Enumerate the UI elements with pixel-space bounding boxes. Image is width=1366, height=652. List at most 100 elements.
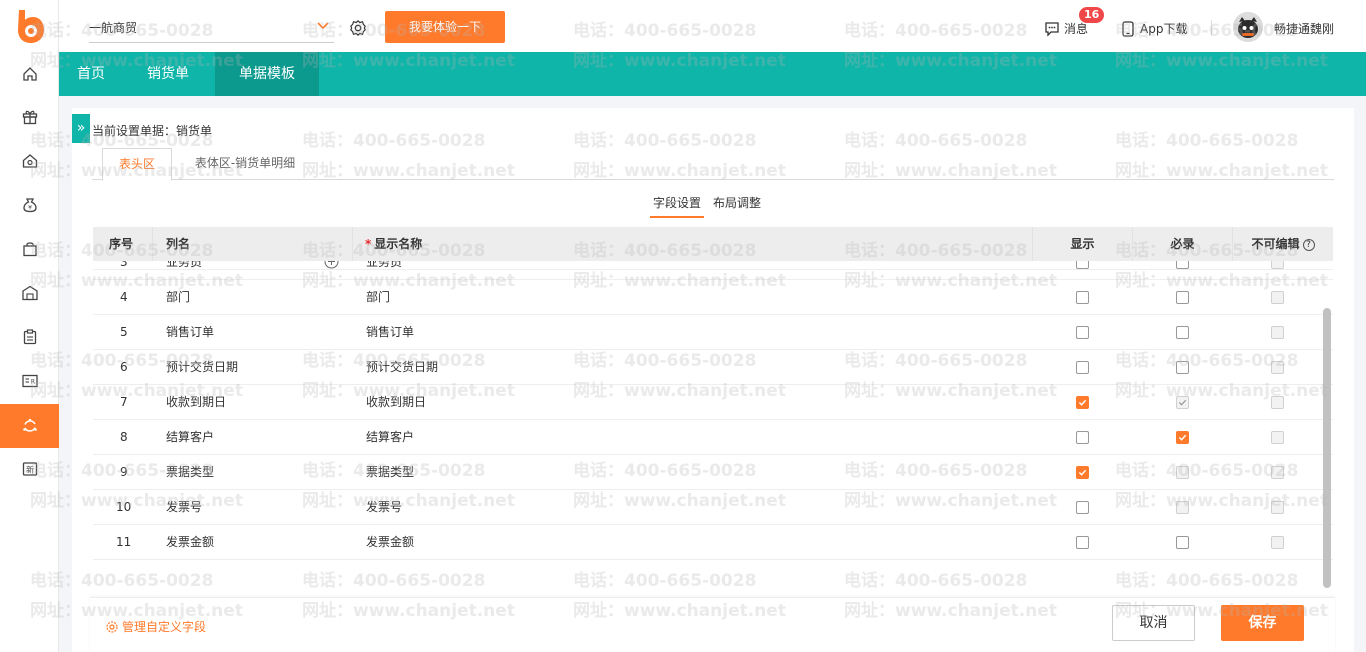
rail-item-report[interactable]: R (0, 359, 59, 403)
row-display-name[interactable]: 销售订单 (366, 315, 414, 350)
tab-header-area[interactable]: 表头区 (102, 148, 172, 181)
phone-icon (1122, 20, 1134, 37)
cancel-button[interactable]: 取消 (1112, 605, 1195, 641)
required-checkbox[interactable] (1176, 431, 1189, 444)
row-index: 8 (120, 430, 128, 444)
row-column-name: 销售订单 (166, 325, 215, 339)
show-checkbox[interactable] (1076, 291, 1089, 304)
gear-icon[interactable] (349, 19, 367, 37)
not-editable-checkbox (1271, 326, 1284, 339)
app-logo[interactable] (13, 8, 45, 44)
left-rail: ¥ R 新 (0, 0, 59, 652)
divider (1211, 20, 1212, 36)
new-icon: 新 (22, 462, 37, 476)
app-download-button[interactable]: App下载 (1121, 20, 1187, 37)
row-display-name[interactable]: 部门 (366, 280, 390, 315)
settings-segments: 字段设置 布局调整 (650, 194, 770, 218)
company-select[interactable]: 一航商贸 (89, 16, 334, 43)
not-editable-checkbox (1271, 396, 1284, 409)
rail-item-gift[interactable] (0, 95, 59, 139)
header-column: 列名 (152, 227, 190, 261)
row-index: 11 (116, 535, 132, 549)
tab-body-area[interactable]: 表体区-销货单明细 (180, 148, 310, 181)
row-column-name: 结算客户 (166, 430, 215, 444)
rail-item-clipboard[interactable] (0, 315, 59, 359)
required-checkbox[interactable] (1176, 536, 1189, 549)
segment-field-settings[interactable]: 字段设置 (650, 194, 705, 218)
sync-icon (22, 418, 37, 432)
tab-document-template[interactable]: 单据模板 (215, 52, 319, 96)
row-column-name: 部门 (166, 290, 191, 304)
table-row: 6 预计交货日期 预计交货日期 (93, 350, 1333, 385)
avatar[interactable] (1233, 12, 1263, 42)
row-display-name[interactable]: 发票金额 (366, 525, 414, 560)
svg-text:新: 新 (26, 465, 34, 475)
rail-item-shopping-bag[interactable] (0, 227, 59, 271)
required-checkbox[interactable] (1176, 291, 1189, 304)
rail-item-home[interactable] (0, 52, 59, 96)
area-tabs: 表头区 表体区-销货单明细 (92, 148, 1334, 181)
required-checkbox[interactable] (1176, 361, 1189, 374)
rail-item-house-gear[interactable] (0, 139, 59, 183)
row-display-name[interactable]: 结算客户 (366, 420, 414, 455)
required-checkbox (1176, 466, 1189, 479)
tab-home[interactable]: 首页 (59, 52, 123, 96)
content-panel: » 当前设置单据：销货单 表头区 表体区-销货单明细 字段设置 布局调整 2仓库… (72, 108, 1354, 652)
try-demo-button[interactable]: 我要体验一下 (385, 11, 505, 43)
row-index: 10 (116, 500, 132, 514)
expand-sidebar-button[interactable]: » (72, 114, 90, 143)
row-display-name[interactable]: 收款到期日 (366, 385, 426, 420)
required-checkbox[interactable] (1176, 326, 1189, 339)
help-icon[interactable]: ? (1302, 238, 1315, 251)
show-checkbox[interactable] (1076, 431, 1089, 444)
row-index: 4 (120, 290, 128, 304)
row-display-name[interactable]: 发票号 (366, 490, 402, 525)
table-row: 7 收款到期日 收款到期日 (93, 385, 1333, 420)
not-editable-checkbox (1271, 291, 1284, 304)
show-checkbox[interactable] (1076, 326, 1089, 339)
not-editable-checkbox (1271, 466, 1284, 479)
show-checkbox[interactable] (1076, 396, 1089, 409)
user-name[interactable]: 畅捷通魏刚 (1274, 20, 1334, 37)
manage-custom-fields-link[interactable]: 管理自定义字段 (106, 618, 206, 635)
segment-layout-adjust[interactable]: 布局调整 (710, 194, 764, 218)
table-scrollbar[interactable] (1323, 308, 1331, 588)
company-name: 一航商贸 (89, 21, 138, 35)
header-required: 必录 (1132, 227, 1232, 261)
row-index: 9 (120, 465, 128, 479)
rail-item-new[interactable]: 新 (0, 447, 59, 491)
show-checkbox[interactable] (1076, 501, 1089, 514)
not-editable-checkbox (1271, 361, 1284, 374)
row-display-name[interactable]: 预计交货日期 (366, 350, 438, 385)
rail-item-warehouse[interactable] (0, 271, 59, 315)
svg-text:R: R (30, 379, 34, 386)
house-gear-icon (22, 154, 37, 168)
tab-sales-order[interactable]: 销货单 (133, 52, 203, 96)
warehouse-icon (21, 285, 38, 301)
table-row: 9 票据类型 票据类型 (93, 455, 1333, 490)
not-editable-checkbox (1271, 431, 1284, 444)
gift-icon (22, 110, 37, 125)
table-row: 8 结算客户 结算客户 (93, 420, 1333, 455)
row-index: 7 (120, 395, 128, 409)
clipboard-icon (23, 329, 36, 345)
rail-item-sync[interactable] (0, 404, 59, 448)
header-not-editable-label: 不可编辑 (1251, 237, 1300, 251)
row-column-name: 收款到期日 (166, 395, 227, 409)
save-button[interactable]: 保存 (1221, 605, 1304, 641)
messages-button[interactable]: 消息 (1044, 20, 1088, 37)
table-row: 4 部门 部门 (93, 280, 1333, 315)
row-column-name: 发票金额 (166, 535, 215, 549)
current-document-label: 当前设置单据：销货单 (92, 124, 213, 138)
show-checkbox[interactable] (1076, 536, 1089, 549)
top-bar: 一航商贸 我要体验一下 消息 16 App下载 畅捷通魏刚 (59, 0, 1366, 52)
header-show: 显示 (1032, 227, 1132, 261)
show-checkbox[interactable] (1076, 361, 1089, 374)
money-bag-icon: ¥ (22, 198, 37, 213)
chevron-down-icon (317, 22, 329, 30)
rail-item-money-bag[interactable]: ¥ (0, 183, 59, 227)
tab-bar: 首页 销货单 单据模板 (59, 52, 1366, 96)
manage-custom-fields-label: 管理自定义字段 (122, 620, 207, 634)
show-checkbox[interactable] (1076, 466, 1089, 479)
row-display-name[interactable]: 票据类型 (366, 455, 414, 490)
